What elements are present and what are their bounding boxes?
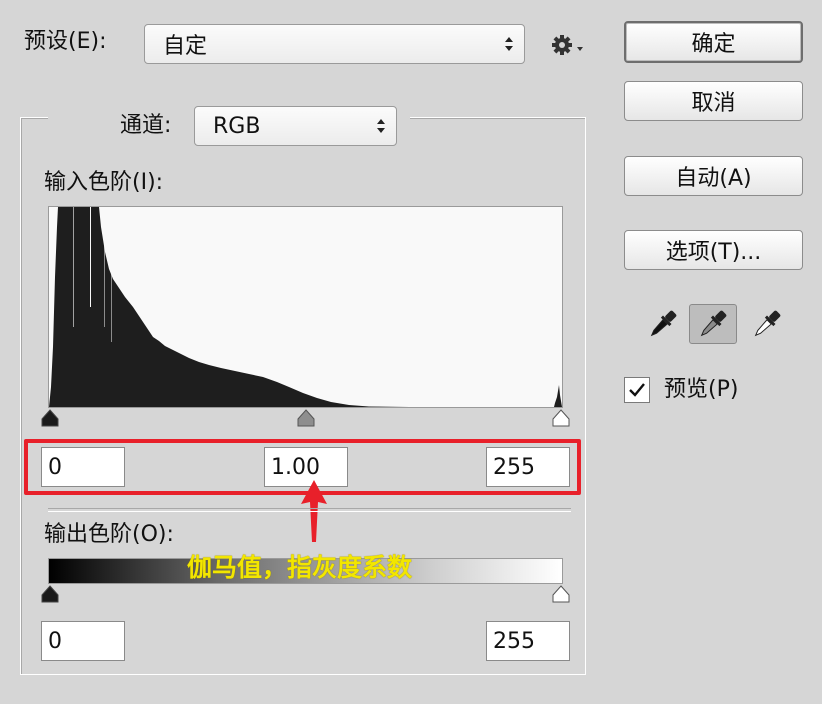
select-arrows-icon — [377, 119, 385, 133]
channel-select[interactable]: RGB — [194, 106, 397, 146]
select-arrows-icon — [505, 37, 513, 51]
histogram-graph — [49, 207, 562, 407]
input-white-field[interactable] — [486, 447, 570, 487]
preset-value: 自定 — [163, 34, 208, 59]
channel-value: RGB — [213, 113, 261, 139]
options-button[interactable]: 选项(T)... — [624, 230, 803, 270]
ok-button[interactable]: 确定 — [624, 21, 803, 63]
output-levels-label: 输出色阶(O): — [44, 522, 174, 547]
auto-button[interactable]: 自动(A) — [624, 156, 803, 196]
annotation-text: 伽马值，指灰度系数 — [187, 553, 413, 582]
checkmark-icon — [629, 383, 645, 397]
input-black-slider[interactable] — [40, 408, 60, 428]
preview-label: 预览(P) — [664, 377, 739, 402]
output-white-field[interactable] — [486, 621, 570, 661]
preset-label: 预设(E): — [24, 29, 107, 54]
output-white-slider[interactable] — [551, 584, 571, 604]
input-levels-label: 输入色阶(I): — [44, 170, 164, 195]
histogram — [48, 206, 563, 408]
output-black-slider[interactable] — [40, 584, 60, 604]
preset-select[interactable]: 自定 — [144, 24, 525, 64]
input-white-slider[interactable] — [551, 408, 571, 428]
white-eyedropper-icon[interactable] — [743, 304, 791, 344]
black-eyedropper-icon[interactable] — [639, 304, 687, 344]
preview-checkbox[interactable] — [624, 377, 650, 403]
cancel-button[interactable]: 取消 — [624, 81, 803, 121]
output-black-field[interactable] — [41, 621, 125, 661]
preset-options-gear-icon[interactable] — [551, 32, 585, 58]
input-gamma-slider[interactable] — [296, 408, 316, 428]
input-black-field[interactable] — [41, 447, 125, 487]
channel-label: 通道: — [120, 113, 172, 138]
gray-eyedropper-icon[interactable] — [689, 304, 737, 344]
